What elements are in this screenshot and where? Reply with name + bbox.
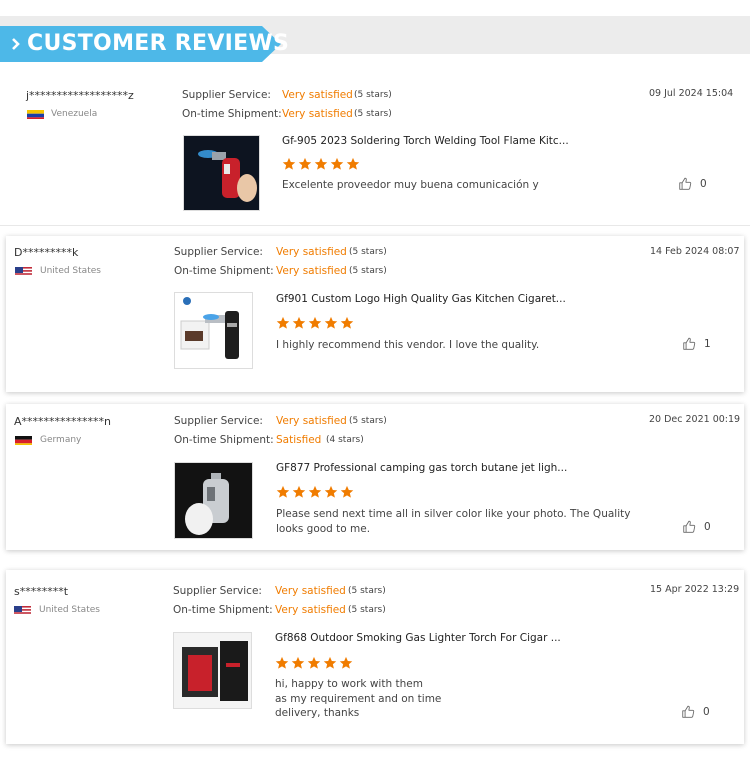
thumbs-up-icon bbox=[683, 337, 696, 350]
review-date: 15 Apr 2022 13:29 bbox=[650, 584, 740, 595]
star-icon bbox=[308, 316, 322, 329]
product-title[interactable]: GF877 Professional camping gas torch but… bbox=[276, 462, 567, 474]
star-icon bbox=[314, 157, 328, 170]
star-icon bbox=[324, 316, 338, 329]
supplier-service-label: Supplier Service: bbox=[173, 585, 262, 597]
review-comment: Excelente proveedor muy buena comunicaci… bbox=[282, 179, 539, 191]
page-title: CUSTOMER REVIEWS bbox=[27, 31, 290, 56]
comment-line: delivery, thanks bbox=[275, 707, 360, 719]
buyer-name: D*********k bbox=[14, 246, 79, 259]
buyer-name: A***************n bbox=[14, 415, 111, 428]
supplier-service-rating: Very satisfied bbox=[276, 415, 347, 427]
product-thumbnail[interactable] bbox=[183, 135, 260, 211]
like-button[interactable]: 1 bbox=[682, 337, 711, 351]
review-card bbox=[6, 236, 744, 392]
star-icon bbox=[298, 157, 312, 170]
shipment-label: On-time Shipment: bbox=[173, 604, 273, 616]
review-star-rating bbox=[276, 316, 354, 330]
shipment-label: On-time Shipment: bbox=[174, 434, 274, 446]
star-icon bbox=[323, 656, 337, 669]
venezuela-flag-icon bbox=[27, 108, 44, 119]
germany-flag-icon bbox=[15, 434, 32, 445]
supplier-service-label: Supplier Service: bbox=[174, 246, 263, 258]
supplier-service-label: Supplier Service: bbox=[174, 415, 263, 427]
star-icon bbox=[291, 656, 305, 669]
chevron-right-icon bbox=[12, 38, 20, 50]
buyer-country: Venezuela bbox=[51, 109, 98, 119]
comment-line: hi, happy to work with them bbox=[275, 678, 423, 690]
star-icon bbox=[307, 656, 321, 669]
shipment-stars: (5 stars) bbox=[349, 266, 387, 276]
usa-flag-icon bbox=[15, 265, 32, 276]
buyer-country: United States bbox=[40, 266, 101, 276]
star-icon bbox=[276, 485, 290, 498]
star-icon bbox=[308, 485, 322, 498]
supplier-service-stars: (5 stars) bbox=[349, 416, 387, 426]
product-title[interactable]: Gf868 Outdoor Smoking Gas Lighter Torch … bbox=[275, 632, 561, 644]
supplier-service-rating: Very satisfied bbox=[276, 246, 347, 258]
like-count: 0 bbox=[704, 521, 711, 533]
supplier-service-rating: Very satisfied bbox=[275, 585, 346, 597]
review-star-rating bbox=[282, 157, 360, 171]
shipment-label: On-time Shipment: bbox=[182, 108, 282, 120]
product-thumbnail[interactable] bbox=[174, 462, 253, 539]
shipment-rating: Satisfied bbox=[276, 434, 322, 446]
supplier-service-stars: (5 stars) bbox=[354, 90, 392, 100]
product-thumbnail[interactable] bbox=[174, 292, 253, 369]
product-title[interactable]: Gf901 Custom Logo High Quality Gas Kitch… bbox=[276, 293, 566, 305]
product-title[interactable]: Gf-905 2023 Soldering Torch Welding Tool… bbox=[282, 135, 569, 147]
review-comment: I highly recommend this vendor. I love t… bbox=[276, 339, 540, 351]
like-button[interactable]: 0 bbox=[681, 705, 710, 719]
thumbs-up-icon bbox=[682, 705, 695, 718]
star-icon bbox=[340, 485, 354, 498]
star-icon bbox=[292, 316, 306, 329]
shipment-label: On-time Shipment: bbox=[174, 265, 274, 277]
supplier-service-label: Supplier Service: bbox=[182, 89, 271, 101]
review-date: 14 Feb 2024 08:07 bbox=[650, 246, 740, 257]
shipment-rating: Very satisfied bbox=[282, 108, 353, 120]
review-star-rating bbox=[275, 656, 353, 670]
thumbs-up-icon bbox=[679, 177, 692, 190]
buyer-name: s********t bbox=[14, 585, 69, 598]
star-icon bbox=[340, 316, 354, 329]
shipment-stars: (5 stars) bbox=[354, 109, 392, 119]
review-date: 20 Dec 2021 00:19 bbox=[649, 414, 741, 425]
supplier-service-rating: Very satisfied bbox=[282, 89, 353, 101]
shipment-rating: Very satisfied bbox=[275, 604, 346, 616]
star-icon bbox=[330, 157, 344, 170]
thumbs-up-icon bbox=[683, 520, 696, 533]
product-thumbnail[interactable] bbox=[173, 632, 252, 709]
like-count: 0 bbox=[703, 706, 710, 718]
star-icon bbox=[339, 656, 353, 669]
star-icon bbox=[292, 485, 306, 498]
star-icon bbox=[276, 316, 290, 329]
star-icon bbox=[275, 656, 289, 669]
review-comment: hi, happy to work with them as my requir… bbox=[275, 677, 515, 721]
review-comment: Please send next time all in silver colo… bbox=[276, 508, 631, 535]
supplier-service-stars: (5 stars) bbox=[349, 247, 387, 257]
review-star-rating bbox=[276, 485, 354, 499]
star-icon bbox=[324, 485, 338, 498]
like-button[interactable]: 0 bbox=[678, 177, 707, 191]
star-icon bbox=[282, 157, 296, 170]
like-count: 0 bbox=[700, 178, 707, 190]
comment-line: as my requirement and on time bbox=[275, 692, 442, 705]
shipment-stars: (4 stars) bbox=[326, 435, 364, 445]
shipment-rating: Very satisfied bbox=[276, 265, 347, 277]
like-count: 1 bbox=[704, 338, 711, 350]
shipment-stars: (5 stars) bbox=[348, 605, 386, 615]
buyer-name: j******************z bbox=[26, 89, 134, 102]
like-button[interactable]: 0 bbox=[682, 520, 711, 534]
supplier-service-stars: (5 stars) bbox=[348, 586, 386, 596]
buyer-country: Germany bbox=[40, 435, 82, 445]
review-date: 09 Jul 2024 15:04 bbox=[649, 88, 734, 99]
star-icon bbox=[346, 157, 360, 170]
buyer-country: United States bbox=[39, 605, 100, 615]
usa-flag-icon bbox=[14, 604, 31, 615]
